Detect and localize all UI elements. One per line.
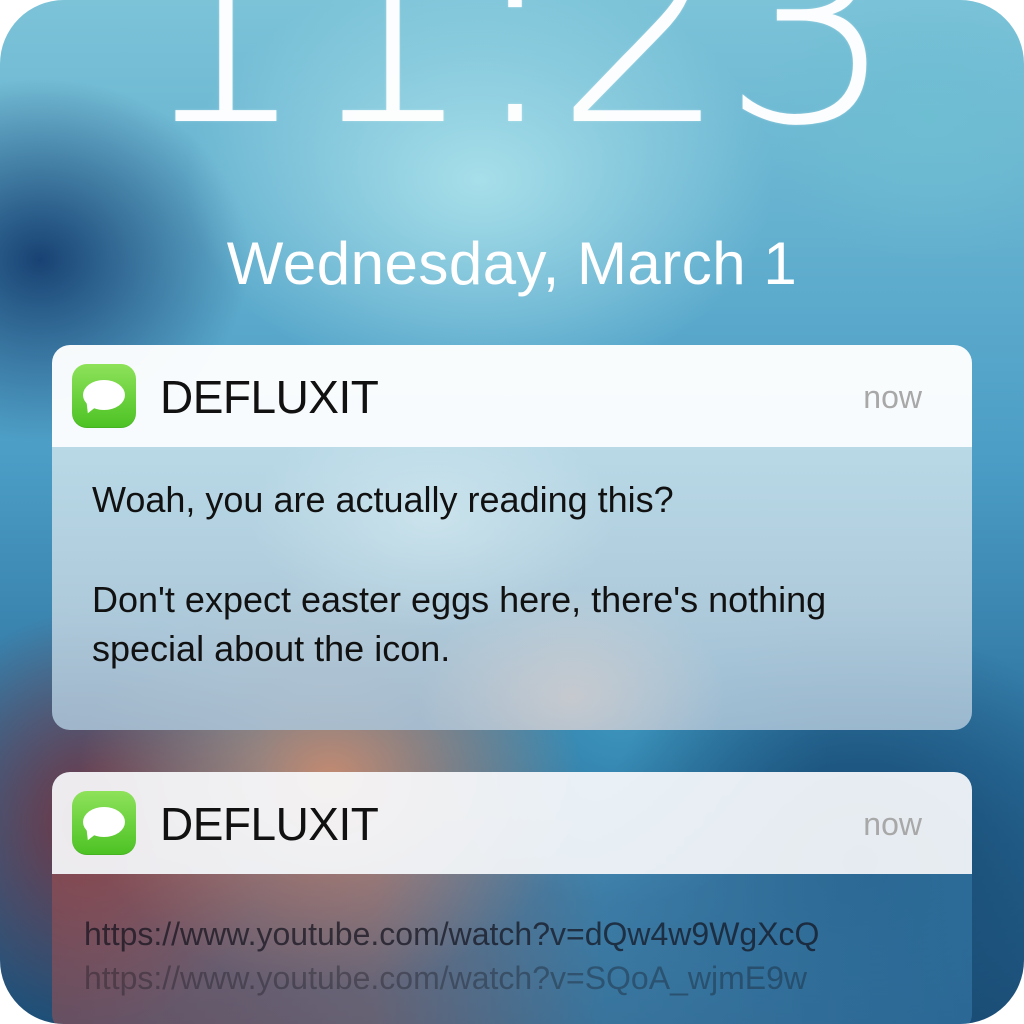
lock-screen-date: Wednesday, March 1 [226, 230, 798, 297]
lock-screen-clock: 11:23 [135, 0, 895, 186]
notification-card[interactable]: DEFLUXIT now https://www.youtube.com/wat… [52, 772, 972, 1024]
notification-body: https://www.youtube.com/watch?v=dQw4w9Wg… [52, 874, 972, 1024]
notification-link[interactable]: https://www.youtube.com/watch?v=dQw4w9Wg… [84, 914, 819, 954]
notification-message-line: special about the icon. [92, 628, 451, 669]
lock-screen: 11:23 Wednesday, March 1 DEFLUXIT now Wo… [0, 0, 1024, 1024]
notification-header: DEFLUXIT now [52, 772, 972, 874]
notification-message-line: Don't expect easter eggs here, there's n… [92, 579, 827, 620]
notification-time: now [863, 379, 922, 415]
notification-time: now [863, 806, 922, 842]
notification-link[interactable]: https://www.youtube.com/watch?v=SQoA_wjm… [84, 958, 807, 998]
notification-header: DEFLUXIT now [52, 345, 972, 447]
notification-app-name: DEFLUXIT [160, 371, 379, 423]
notification-message-line: Woah, you are actually reading this? [92, 479, 674, 520]
notification-card[interactable]: DEFLUXIT now Woah, you are actually read… [52, 345, 972, 730]
notification-body: Woah, you are actually reading this? Don… [52, 447, 972, 730]
messages-bubble-icon [72, 364, 136, 428]
messages-bubble-icon [72, 791, 136, 855]
notification-app-name: DEFLUXIT [160, 798, 379, 850]
